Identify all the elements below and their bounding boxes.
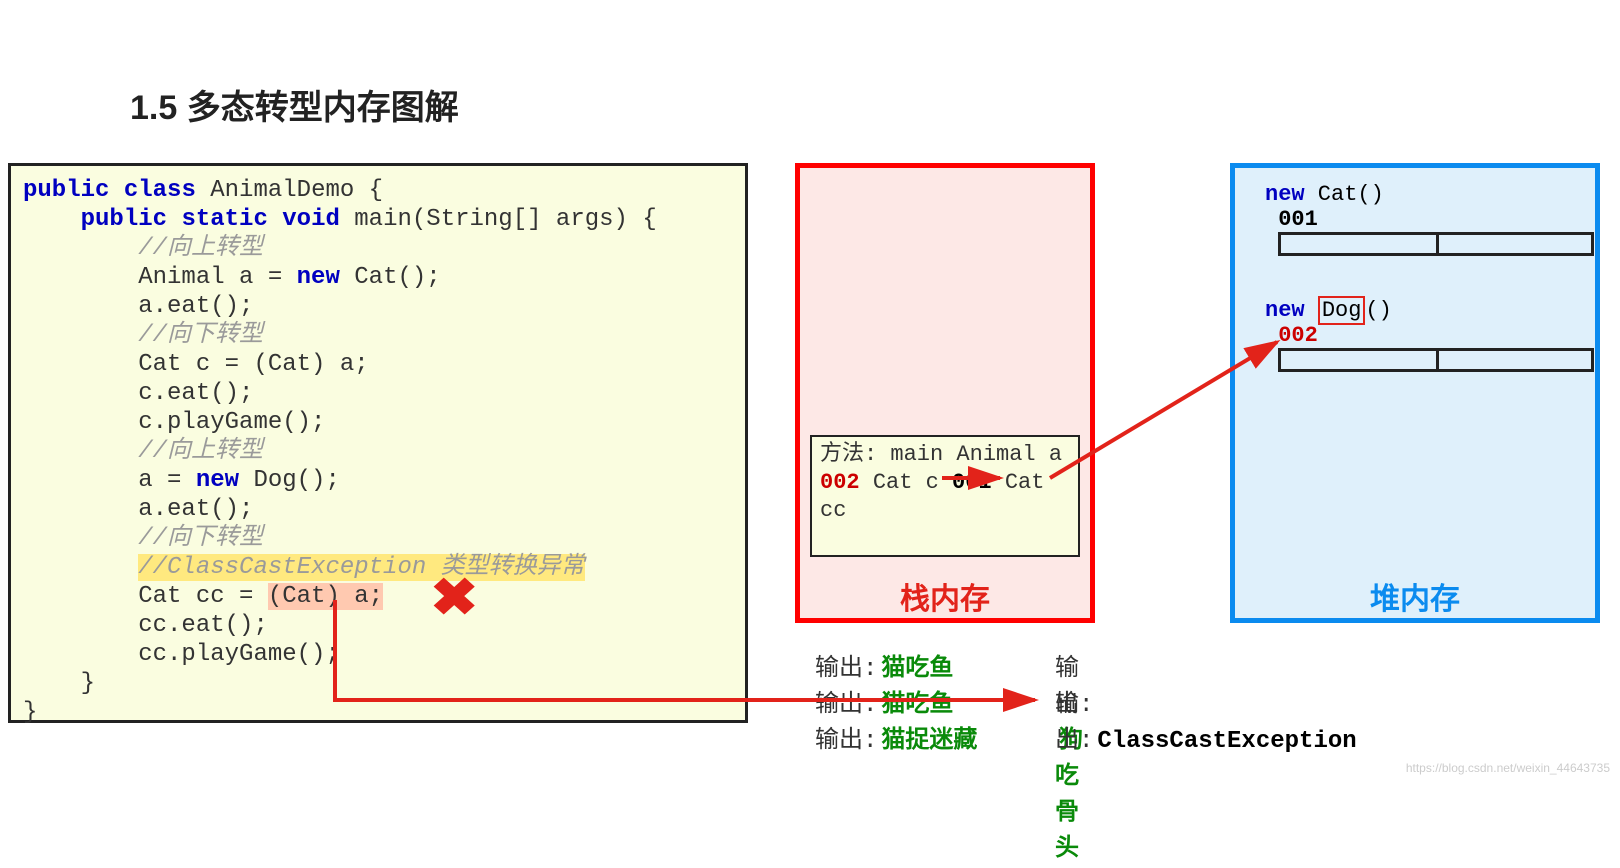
code-text: a = xyxy=(23,467,196,494)
code-text: a.eat(); xyxy=(23,496,253,523)
out-value: 猫吃鱼 xyxy=(881,688,953,724)
out-value: ClassCastException xyxy=(1097,728,1356,755)
error-x-icon: ✖ xyxy=(430,566,479,627)
heap-addr: 002 xyxy=(1278,323,1318,348)
heap-label: 堆内存 xyxy=(1235,574,1595,618)
kw: void xyxy=(282,206,340,233)
dog-highlight: Dog xyxy=(1318,296,1366,325)
kw: class xyxy=(124,177,196,204)
kw: new xyxy=(196,467,239,494)
kw: new xyxy=(1265,298,1305,323)
out-label: 输出: xyxy=(815,652,877,688)
comment: //向上转型 xyxy=(138,438,263,465)
output-line: 输出:猫捉迷藏 xyxy=(815,724,977,760)
object-box-icon xyxy=(1278,232,1594,256)
code-highlight: (Cat) a; xyxy=(268,583,383,610)
heap-text: () xyxy=(1365,298,1391,323)
kw: public xyxy=(23,177,109,204)
kw: new xyxy=(297,264,340,291)
comment-highlight: //ClassCastException 类型转换异常 xyxy=(138,554,584,581)
comment: //向下转型 xyxy=(138,322,263,349)
code-text: cc.playGame(); xyxy=(23,641,340,668)
code-text: cc.eat(); xyxy=(23,612,268,639)
stack-title: 方法: main xyxy=(820,442,943,467)
page-title: 1.5 多态转型内存图解 xyxy=(130,80,459,129)
watermark: https://blog.csdn.net/weixin_44643735 xyxy=(1406,761,1610,775)
code-text: Dog(); xyxy=(239,467,340,494)
stack-addr: 002 xyxy=(820,470,860,495)
stack-label: 栈内存 xyxy=(800,574,1090,618)
kw: static xyxy=(181,206,267,233)
out-value: 猫捉迷藏 xyxy=(881,724,977,760)
code-text: c.playGame(); xyxy=(23,409,325,436)
code-text: a.eat(); xyxy=(23,293,253,320)
stack-memory-box: 方法: main Animal a 002 Cat c 001 Cat cc 栈… xyxy=(795,163,1095,623)
out-label: 输出: xyxy=(1055,692,1093,755)
kw: public xyxy=(81,206,167,233)
object-box-icon xyxy=(1278,348,1594,372)
out-label: 输出: xyxy=(815,688,877,724)
heap-text: Cat() xyxy=(1305,182,1384,207)
code-text: } xyxy=(23,699,37,726)
code-text: AnimalDemo { xyxy=(196,177,383,204)
comment: //向上转型 xyxy=(138,235,263,262)
stack-var: Cat c xyxy=(873,470,939,495)
code-text: } xyxy=(23,670,95,697)
heap-object-dog: new Dog() 002 xyxy=(1265,298,1594,379)
out-value: 猫吃鱼 xyxy=(881,652,953,688)
output-line: 输出:猫吃鱼 输出:狗吃骨头 xyxy=(815,652,977,688)
stack-var: Animal a xyxy=(956,442,1062,467)
code-text: Cat c = (Cat) a; xyxy=(23,351,369,378)
stack-frame: 方法: main Animal a 002 Cat c 001 Cat cc xyxy=(810,435,1080,557)
stack-addr: 001 xyxy=(952,470,992,495)
heap-memory-box: new Cat() 001 new Dog() 002 堆内存 xyxy=(1230,163,1600,623)
comment: //向下转型 xyxy=(138,525,263,552)
code-text: c.eat(); xyxy=(23,380,253,407)
heap-object-cat: new Cat() 001 xyxy=(1265,182,1594,263)
code-panel: public class AnimalDemo { public static … xyxy=(8,163,748,723)
out-label: 输出: xyxy=(815,724,877,760)
heap-addr: 001 xyxy=(1278,207,1318,232)
output-line: 输出:猫吃鱼 输出:ClassCastException xyxy=(815,688,977,724)
kw: new xyxy=(1265,182,1305,207)
code-text: main(String[] args) { xyxy=(340,206,657,233)
code-text: Cat(); xyxy=(340,264,441,291)
code-text: Animal a = xyxy=(23,264,297,291)
code-text: Cat cc = xyxy=(23,583,268,610)
output-panel: 输出:猫吃鱼 输出:狗吃骨头 输出:猫吃鱼 输出:ClassCastExcept… xyxy=(815,652,977,760)
